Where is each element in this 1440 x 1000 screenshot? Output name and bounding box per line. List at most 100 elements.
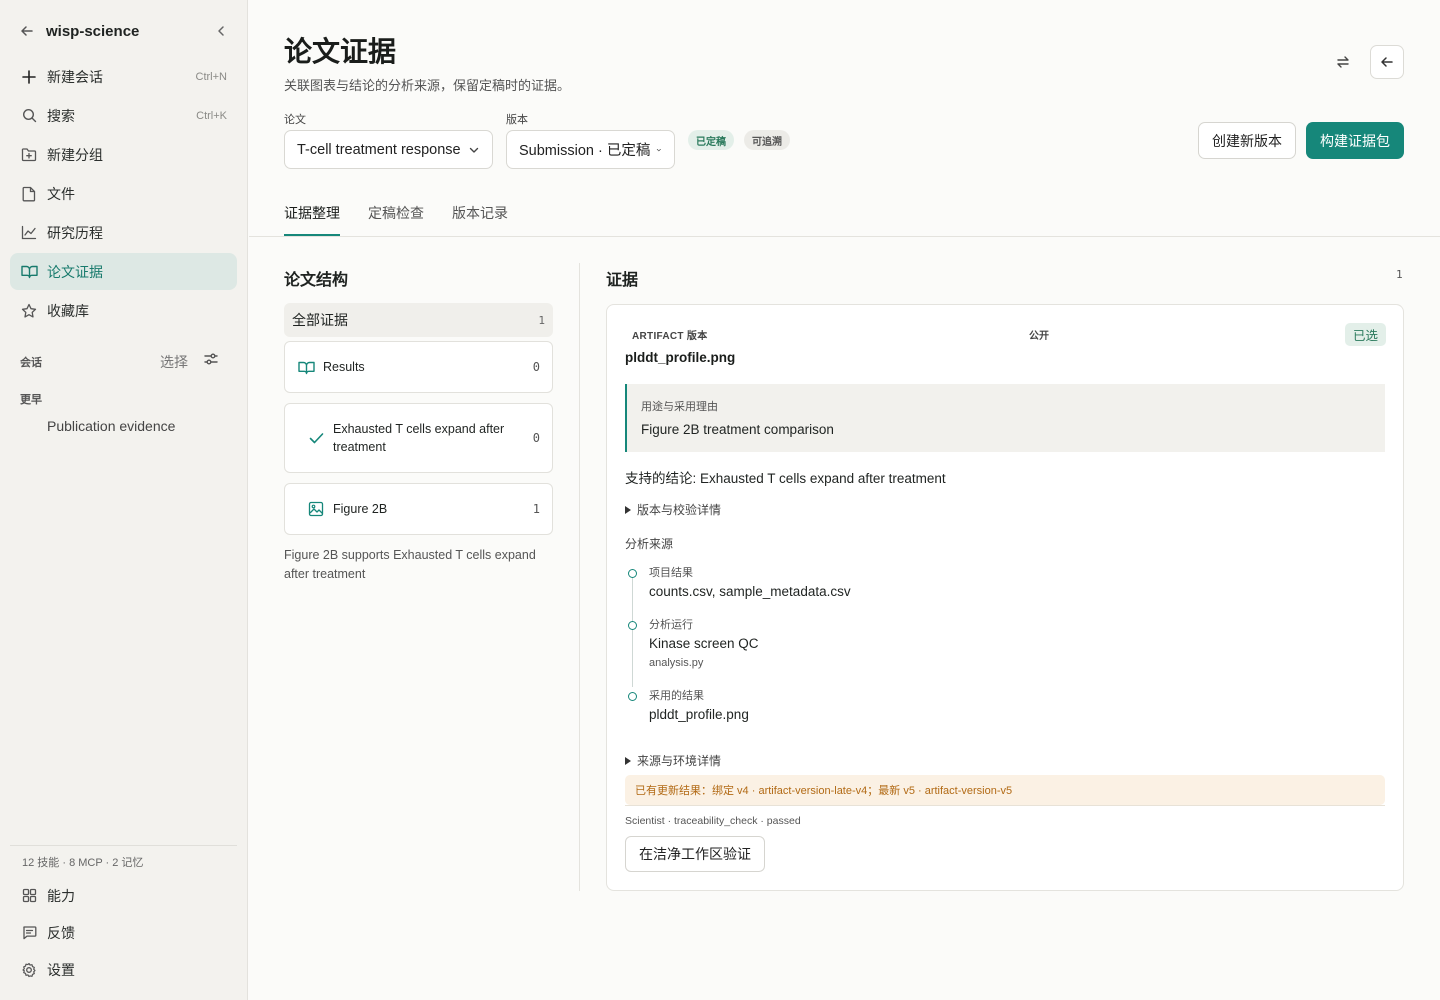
chevron-down-icon bbox=[469, 147, 479, 153]
timeline-label: 采用的结果 bbox=[649, 690, 704, 702]
disclosure-triangle-icon bbox=[625, 505, 631, 514]
structure-item-count: 0 bbox=[532, 360, 540, 374]
star-icon bbox=[20, 302, 38, 320]
paper-select[interactable]: T-cell treatment response bbox=[284, 130, 493, 169]
check-icon bbox=[307, 429, 325, 447]
structure-item-label: Exhausted T cells expand after treatment bbox=[333, 422, 505, 454]
traceable-badge: 可追溯 bbox=[744, 130, 790, 150]
capability-stats: 12 技能 · 8 MCP · 2 记忆 bbox=[22, 857, 144, 869]
shortcut-hint: Ctrl+N bbox=[195, 70, 227, 83]
chevron-down-icon bbox=[657, 148, 662, 151]
source-title: 分析来源 bbox=[625, 537, 674, 551]
plus-icon bbox=[20, 68, 38, 86]
version-label: 版本 bbox=[506, 114, 528, 126]
warning-divider bbox=[625, 805, 1385, 806]
tab-evidence-curation[interactable]: 证据整理 bbox=[284, 203, 340, 223]
sidebar: wisp-science 新建会话 Ctrl+N 搜索 Ctrl+K 新建分组 … bbox=[0, 0, 248, 1000]
back-button[interactable] bbox=[1370, 45, 1404, 79]
structure-item-label: Results bbox=[323, 360, 365, 374]
environment-details-label: 来源与环境详情 bbox=[637, 754, 722, 768]
tab-final-check[interactable]: 定稿检查 bbox=[368, 203, 424, 223]
selected-badge[interactable]: 已选 bbox=[1345, 323, 1387, 346]
page-subtitle: 关联图表与结论的分析来源，保留定稿时的证据。 bbox=[284, 78, 571, 93]
file-icon bbox=[20, 185, 38, 203]
sessions-heading: 会话 bbox=[20, 357, 42, 369]
timeline-label: 项目结果 bbox=[649, 567, 693, 579]
nav-settings[interactable]: 设置 bbox=[10, 951, 237, 988]
nav-label: 文件 bbox=[47, 185, 75, 202]
structure-item-count: 1 bbox=[532, 502, 540, 516]
evidence-card: ARTIFACT 版本 公开 已选 plddt_profile.png 用途与采… bbox=[606, 304, 1404, 891]
shortcut-hint: Ctrl+K bbox=[196, 109, 227, 122]
nav-label: 反馈 bbox=[47, 924, 75, 941]
swap-icon[interactable] bbox=[1331, 50, 1355, 74]
nav-label: 搜索 bbox=[47, 107, 75, 124]
sidebar-header: wisp-science bbox=[10, 14, 238, 48]
evidence-count: 1 bbox=[1396, 268, 1403, 281]
nav-library[interactable]: 收藏库 bbox=[10, 292, 237, 329]
arrow-left-icon bbox=[1381, 57, 1393, 67]
timeline-value: Kinase screen QC bbox=[649, 636, 759, 651]
artifact-name: plddt_profile.png bbox=[625, 350, 736, 365]
nav-new-group[interactable]: 新建分组 bbox=[10, 136, 237, 173]
nav-label: 新建分组 bbox=[47, 146, 103, 163]
timeline-dot bbox=[628, 569, 637, 578]
earlier-heading: 更早 bbox=[20, 394, 42, 406]
version-select[interactable]: Submission · 已定稿 bbox=[506, 130, 675, 169]
structure-title: 论文结构 bbox=[284, 272, 349, 289]
main-content: 论文证据 关联图表与结论的分析来源，保留定稿时的证据。 论文 T-cell tr… bbox=[249, 0, 1440, 1000]
all-evidence-label: 全部证据 bbox=[292, 312, 348, 328]
tab-version-history[interactable]: 版本记录 bbox=[452, 203, 508, 223]
session-item[interactable]: Publication evidence bbox=[47, 418, 175, 434]
nav-search[interactable]: 搜索 Ctrl+K bbox=[10, 97, 237, 134]
structure-note: Figure 2B supports Exhausted T cells exp… bbox=[284, 548, 536, 581]
update-warning: 已有更新结果：绑定 v4 · artifact-version-late-v4；… bbox=[625, 775, 1385, 805]
nav-label: 新建会话 bbox=[47, 68, 103, 85]
sidebar-divider bbox=[10, 845, 237, 846]
timeline-subvalue: analysis.py bbox=[649, 657, 704, 669]
all-evidence-count: 1 bbox=[538, 313, 545, 327]
tabs-divider bbox=[249, 236, 1440, 237]
version-details-label: 版本与校验详情 bbox=[637, 503, 722, 517]
nav-label: 能力 bbox=[47, 887, 75, 904]
paper-label: 论文 bbox=[284, 114, 306, 126]
nav-label: 论文证据 bbox=[47, 263, 103, 280]
filter-sliders-icon[interactable] bbox=[203, 351, 221, 369]
page-title: 论文证据 bbox=[284, 35, 397, 68]
create-version-button[interactable]: 创建新版本 bbox=[1198, 122, 1296, 159]
nav-new-session[interactable]: 新建会话 Ctrl+N bbox=[10, 58, 237, 95]
book-open-icon bbox=[20, 263, 38, 281]
supported-claim: 支持的结论: Exhausted T cells expand after tr… bbox=[625, 471, 946, 486]
nav-label: 收藏库 bbox=[47, 302, 89, 319]
nav-research-history[interactable]: 研究历程 bbox=[10, 214, 237, 251]
structure-item-results[interactable]: Results 0 bbox=[284, 341, 553, 393]
evidence-title: 证据 bbox=[606, 272, 639, 289]
verify-clean-workspace-button[interactable]: 在洁净工作区验证 bbox=[625, 836, 765, 872]
folder-plus-icon bbox=[20, 146, 38, 164]
timeline-line bbox=[632, 575, 633, 687]
structure-item-label: Figure 2B bbox=[333, 502, 388, 516]
version-details-toggle[interactable]: 版本与校验详情 bbox=[625, 501, 721, 518]
all-evidence-item[interactable]: 全部证据 1 bbox=[284, 303, 553, 337]
environment-details-toggle[interactable]: 来源与环境详情 bbox=[625, 752, 721, 769]
build-package-button[interactable]: 构建证据包 bbox=[1306, 122, 1404, 159]
nav-feedback[interactable]: 反馈 bbox=[10, 914, 237, 951]
usage-reason-value: Figure 2B treatment comparison bbox=[641, 422, 834, 437]
visibility-label: 公开 bbox=[1029, 331, 1049, 342]
back-arrow-icon[interactable] bbox=[10, 14, 44, 48]
paper-select-value: T-cell treatment response bbox=[297, 141, 461, 158]
structure-item-claim[interactable]: Exhausted T cells expand after treatment… bbox=[284, 403, 553, 473]
version-select-value: Submission · 已定稿 bbox=[519, 143, 651, 159]
nav-capabilities[interactable]: 能力 bbox=[10, 877, 237, 914]
collapse-sidebar-icon[interactable] bbox=[204, 14, 238, 48]
select-sessions-button[interactable]: 选择 bbox=[160, 352, 188, 372]
timeline-dot bbox=[628, 692, 637, 701]
structure-item-count: 0 bbox=[532, 431, 540, 445]
message-square-icon bbox=[20, 924, 38, 942]
timeline-label: 分析运行 bbox=[649, 619, 693, 631]
nav-files[interactable]: 文件 bbox=[10, 175, 237, 212]
audit-trail: Scientist · traceability_check · passed bbox=[625, 815, 801, 827]
nav-paper-evidence[interactable]: 论文证据 bbox=[10, 253, 237, 290]
structure-item-figure[interactable]: Figure 2B 1 bbox=[284, 483, 553, 535]
column-divider bbox=[579, 263, 580, 891]
